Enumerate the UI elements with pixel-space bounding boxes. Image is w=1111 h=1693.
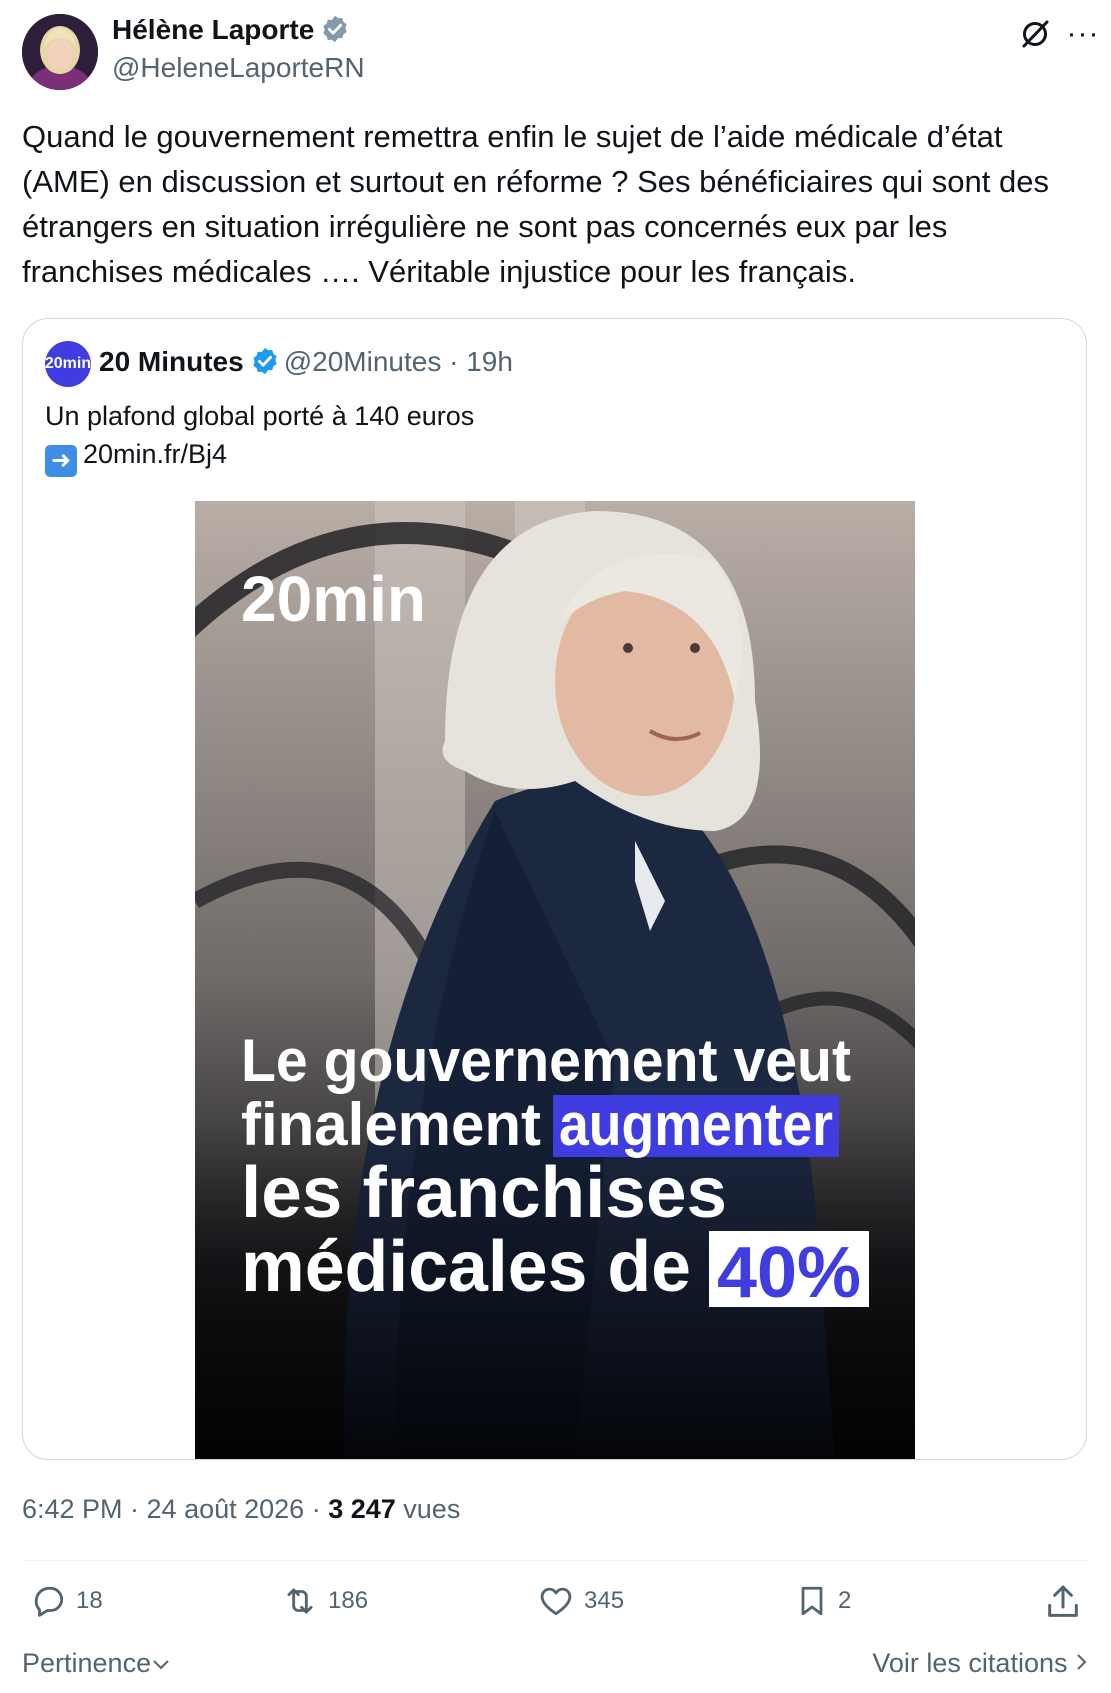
view-quotes-label: Voir les citations (872, 1648, 1068, 1678)
quoted-media-image[interactable]: 20min Le gouvernement veut finalement au… (195, 501, 915, 1459)
quoted-author-handle-time[interactable]: @20Minutes · 19h (284, 346, 513, 377)
quoted-author-line[interactable]: 20 Minutes @20Minutes · 19h (99, 346, 513, 378)
more-icon[interactable]: ··· (1063, 14, 1103, 54)
media-headline-line2: finalement (241, 1091, 541, 1158)
sort-dropdown[interactable]: Pertinence (22, 1648, 171, 1679)
quoted-tweet-text: Un plafond global porté à 140 euros ➜ 20m… (45, 397, 474, 477)
views-count: 3 247 (328, 1494, 396, 1524)
media-headline-percent: 40% (717, 1233, 861, 1313)
author-name[interactable]: Hélène Laporte (112, 14, 350, 46)
views-label: vues (395, 1494, 461, 1524)
repost-button[interactable]: 186 (280, 1582, 368, 1620)
tweet-text: Quand le gouvernement remettra enfin le … (22, 119, 1049, 289)
bookmark-button[interactable]: 2 (794, 1582, 851, 1620)
heart-icon (540, 1587, 572, 1616)
like-count: 345 (584, 1587, 625, 1614)
right-arrow-icon: ➜ (45, 445, 77, 477)
author-avatar[interactable] (22, 14, 98, 90)
repost-count: 186 (328, 1587, 369, 1614)
bookmark-icon (801, 1586, 823, 1616)
author-name-text[interactable]: Hélène Laporte (112, 14, 314, 45)
bookmark-count: 2 (838, 1587, 852, 1614)
reply-count: 18 (76, 1587, 103, 1614)
share-button[interactable] (1043, 1582, 1091, 1622)
like-button[interactable]: 345 (536, 1582, 624, 1620)
grok-icon[interactable] (1015, 14, 1055, 54)
author-handle[interactable]: @HeleneLaporteRN (112, 52, 365, 84)
divider (22, 1560, 1089, 1561)
repost-icon (287, 1588, 313, 1614)
reply-icon (34, 1586, 64, 1617)
quoted-tweet-card[interactable]: 20min 20 Minutes @20Minutes · 19h Un plaf… (22, 318, 1087, 1460)
sort-label: Pertinence (22, 1648, 152, 1678)
quoted-author-name[interactable]: 20 Minutes (99, 346, 244, 377)
chevron-down-icon (151, 1648, 171, 1678)
tweet-timestamp[interactable]: 6:42 PM · 24 août 2026 · (22, 1494, 328, 1524)
verified-badge-icon (320, 14, 350, 44)
media-headline-line3: les franchises (241, 1153, 727, 1233)
view-quotes-link[interactable]: Voir les citations (872, 1648, 1089, 1679)
quoted-link-line[interactable]: ➜ 20min.fr/Bj4 (45, 435, 474, 477)
tweet-meta: 6:42 PM · 24 août 2026 · 3 247 vues (22, 1494, 460, 1525)
media-logo-text: 20min (241, 563, 426, 635)
verified-badge-icon (250, 346, 280, 376)
quoted-link[interactable]: 20min.fr/Bj4 (83, 439, 227, 469)
share-icon (1048, 1585, 1078, 1617)
media-headline-line4: médicales de (241, 1227, 691, 1307)
quoted-text-line: Un plafond global porté à 140 euros (45, 401, 475, 431)
quoted-avatar-logo-text: 20min (45, 355, 91, 372)
reply-button[interactable]: 18 (30, 1582, 103, 1620)
quoted-author-avatar[interactable]: 20min (45, 341, 91, 387)
media-headline-line1: Le gouvernement veut (241, 1027, 851, 1094)
media-headline-highlight: augmenter (559, 1091, 833, 1158)
chevron-right-icon (1075, 1648, 1089, 1678)
